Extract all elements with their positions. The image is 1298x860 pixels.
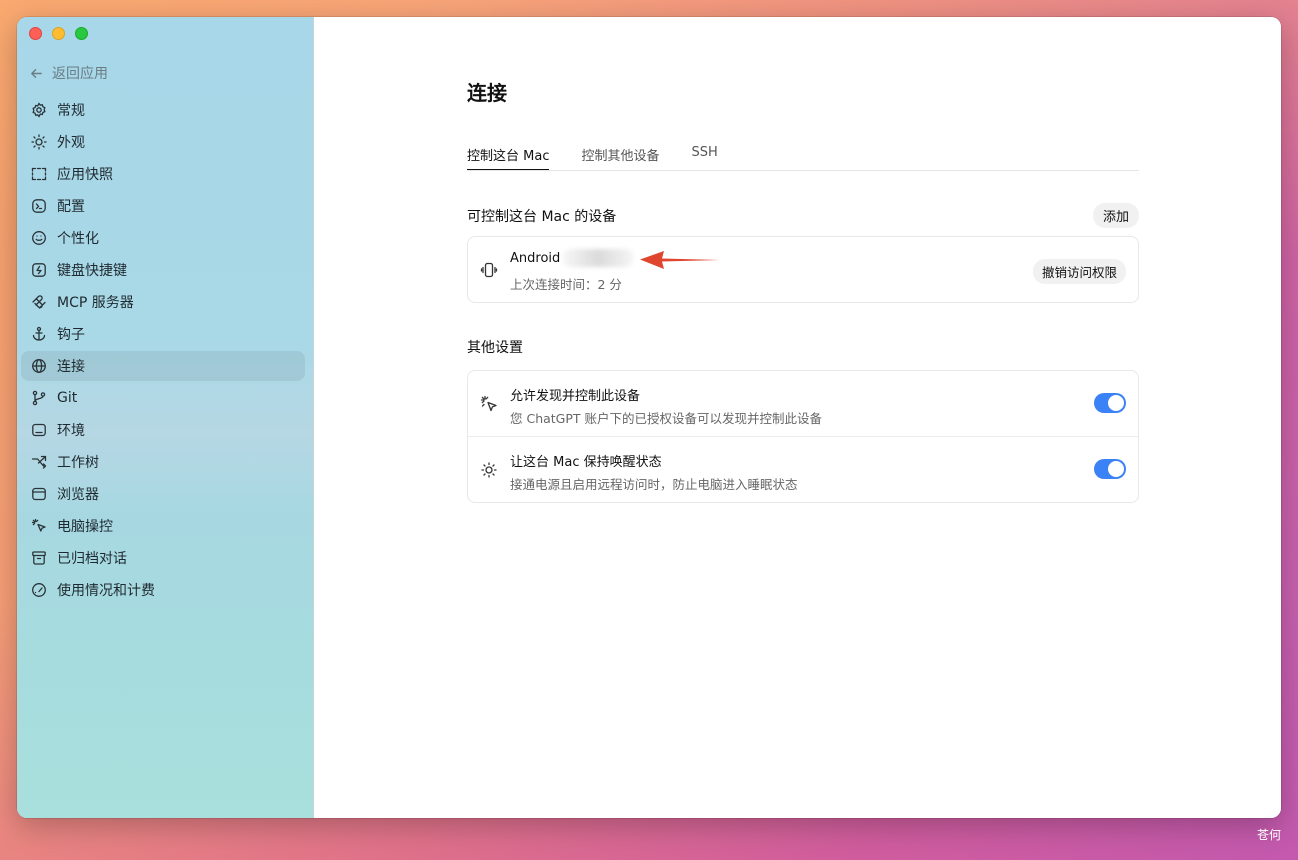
device-row: Android 上次连接时间：2 分 撤销访问权限: [468, 237, 1138, 302]
tab-control-this-mac[interactable]: 控制这台 Mac: [467, 143, 550, 170]
sidebar-item-label: 环境: [57, 423, 85, 439]
devices-section-title: 可控制这台 Mac 的设备: [467, 208, 617, 225]
sidebar-item-label: 常规: [57, 103, 85, 119]
sidebar-item-environment[interactable]: 环境: [21, 415, 305, 445]
setting-title: 允许发现并控制此设备: [510, 389, 641, 404]
sidebar-item-hooks[interactable]: 钩子: [21, 319, 305, 349]
setting-row-keep-awake: 让这台 Mac 保持唤醒状态 接通电源且启用远程访问时，防止电脑进入睡眠状态: [468, 436, 1138, 502]
sidebar-item-appearance[interactable]: 外观: [21, 127, 305, 157]
sidebar-item-keyboard-shortcuts[interactable]: 键盘快捷键: [21, 255, 305, 285]
other-settings-header: 其他设置: [467, 337, 1139, 357]
device-last-connected: 上次连接时间：2 分: [510, 277, 622, 292]
sidebar-item-label: 工作树: [57, 455, 99, 471]
window-controls: [29, 27, 88, 40]
smile-icon: [32, 231, 46, 245]
snapshot-frame-icon: [31, 167, 47, 181]
sidebar-item-label: 外观: [57, 135, 85, 151]
sidebar-item-config[interactable]: 配置: [21, 191, 305, 221]
worktree-icon: [31, 455, 47, 469]
main-panel: 连接 控制这台 Mac 控制其他设备 SSH 可控制这台 Mac 的设备 添加 …: [314, 17, 1281, 818]
gear-icon: [32, 102, 46, 118]
archive-icon: [32, 551, 46, 565]
sidebar-item-label: 浏览器: [57, 487, 99, 503]
sidebar-item-app-snapshot[interactable]: 应用快照: [21, 159, 305, 189]
sidebar-item-general[interactable]: 常规: [21, 95, 305, 125]
other-settings-title: 其他设置: [467, 340, 523, 356]
config-icon: [32, 199, 46, 213]
setting-subtitle: 您 ChatGPT 账户下的已授权设备可以发现并控制此设备: [510, 411, 823, 426]
cursor-click-icon: [480, 395, 497, 412]
tab-ssh[interactable]: SSH: [691, 143, 717, 170]
close-window-button[interactable]: [29, 27, 42, 40]
sun-icon: [31, 134, 47, 150]
gauge-icon: [32, 583, 46, 597]
minimize-window-button[interactable]: [52, 27, 65, 40]
zoom-window-button[interactable]: [75, 27, 88, 40]
back-to-app-button[interactable]: 返回应用: [29, 63, 108, 83]
sidebar-item-personalization[interactable]: 个性化: [21, 223, 305, 253]
watermark-text: 苍何: [1256, 828, 1281, 842]
sidebar-item-label: MCP 服务器: [57, 295, 134, 311]
other-settings-card: 允许发现并控制此设备 您 ChatGPT 账户下的已授权设备可以发现并控制此设备…: [467, 370, 1139, 503]
sidebar-item-label: 已归档对话: [57, 551, 127, 567]
sidebar-item-archived-chats[interactable]: 已归档对话: [21, 543, 305, 573]
add-device-button[interactable]: 添加: [1092, 203, 1139, 228]
allow-discovery-toggle[interactable]: [1094, 393, 1126, 413]
git-branch-icon: [32, 390, 46, 406]
sidebar-item-label: 个性化: [57, 231, 99, 247]
revoke-access-button[interactable]: 撤销访问权限: [1032, 259, 1126, 284]
sidebar-item-usage-billing[interactable]: 使用情况和计费: [21, 575, 305, 605]
sidebar-item-label: 应用快照: [57, 167, 113, 183]
sidebar-item-computer-control[interactable]: 电脑操控: [21, 511, 305, 541]
back-label: 返回应用: [52, 66, 108, 82]
sidebar-item-label: 配置: [57, 199, 85, 215]
browser-window-icon: [32, 487, 46, 501]
sidebar-item-label: Git: [57, 390, 78, 406]
keyboard-shortcut-icon: [32, 263, 46, 277]
sun-icon: [481, 462, 497, 478]
phone-vibrate-icon: [480, 262, 498, 278]
red-arrow-annotation: [640, 251, 720, 269]
tab-control-other-devices[interactable]: 控制其他设备: [581, 143, 659, 170]
laptop-icon: [32, 423, 46, 437]
setting-row-allow-discovery: 允许发现并控制此设备 您 ChatGPT 账户下的已授权设备可以发现并控制此设备: [468, 371, 1138, 436]
globe-icon: [32, 359, 46, 373]
page-title: 连接: [467, 81, 507, 105]
anchor-icon: [32, 326, 46, 341]
sidebar: 返回应用 常规 外观 应用快照 配置 个性化 键盘快捷键 MCP 服务器 钩子 …: [17, 17, 314, 818]
sidebar-item-label: 钩子: [57, 327, 85, 343]
sidebar-item-label: 使用情况和计费: [57, 583, 155, 599]
arrow-left-icon: [31, 68, 42, 78]
sidebar-item-connections[interactable]: 连接: [21, 351, 305, 381]
sidebar-item-label: 电脑操控: [57, 519, 113, 535]
tab-bar: 控制这台 Mac 控制其他设备 SSH: [467, 143, 1139, 171]
sidebar-item-browser[interactable]: 浏览器: [21, 479, 305, 509]
devices-section-header: 可控制这台 Mac 的设备 添加: [467, 203, 1139, 228]
device-name: Android: [510, 251, 561, 266]
sidebar-item-git[interactable]: Git: [21, 383, 305, 413]
device-list-card: Android 上次连接时间：2 分 撤销访问权限: [467, 236, 1139, 303]
mcp-icon: [32, 295, 46, 309]
setting-subtitle: 接通电源且启用远程访问时，防止电脑进入睡眠状态: [510, 477, 798, 492]
sidebar-nav: 常规 外观 应用快照 配置 个性化 键盘快捷键 MCP 服务器 钩子 连接 Gi…: [21, 95, 305, 607]
keep-awake-toggle[interactable]: [1094, 459, 1126, 479]
sidebar-item-label: 键盘快捷键: [57, 263, 127, 279]
redacted-device-id: [562, 249, 634, 267]
settings-window: 返回应用 常规 外观 应用快照 配置 个性化 键盘快捷键 MCP 服务器 钩子 …: [17, 17, 1281, 818]
sidebar-item-label: 连接: [57, 359, 85, 375]
sidebar-item-worktrees[interactable]: 工作树: [21, 447, 305, 477]
setting-title: 让这台 Mac 保持唤醒状态: [510, 455, 662, 470]
cursor-click-icon: [31, 518, 46, 532]
sidebar-item-mcp-servers[interactable]: MCP 服务器: [21, 287, 305, 317]
